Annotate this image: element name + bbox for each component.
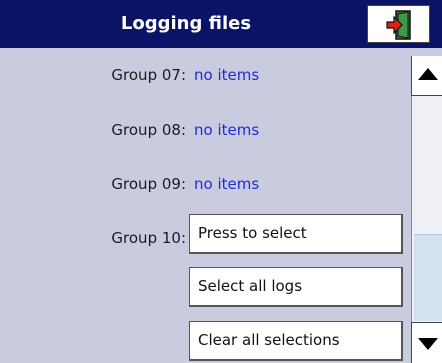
triangle-up-icon — [418, 68, 438, 80]
group-label: Group 09: — [111, 175, 186, 193]
group-label: Group 07: — [111, 66, 186, 84]
group-value: no items — [194, 66, 260, 84]
select-all-logs-button[interactable]: Select all logs — [189, 267, 403, 307]
group-label: Group 10: — [111, 229, 186, 247]
triangle-down-icon — [418, 338, 438, 350]
page-title: Logging files — [120, 13, 252, 34]
group-label: Group 08: — [111, 121, 186, 139]
group-value: no items — [194, 121, 260, 139]
scroll-down-button[interactable] — [411, 322, 442, 363]
scrollbar-track[interactable] — [411, 96, 442, 322]
scrollbar[interactable] — [411, 56, 442, 363]
exit-button[interactable] — [367, 5, 430, 43]
clear-all-selections-button[interactable]: Clear all selections — [189, 321, 403, 361]
scrollbar-thumb[interactable] — [414, 234, 442, 321]
press-to-select-button[interactable]: Press to select — [189, 214, 403, 254]
group-value: no items — [194, 175, 260, 193]
scroll-up-button[interactable] — [411, 56, 442, 96]
header-bar: Logging files — [0, 0, 442, 48]
exit-door-icon — [386, 10, 411, 40]
